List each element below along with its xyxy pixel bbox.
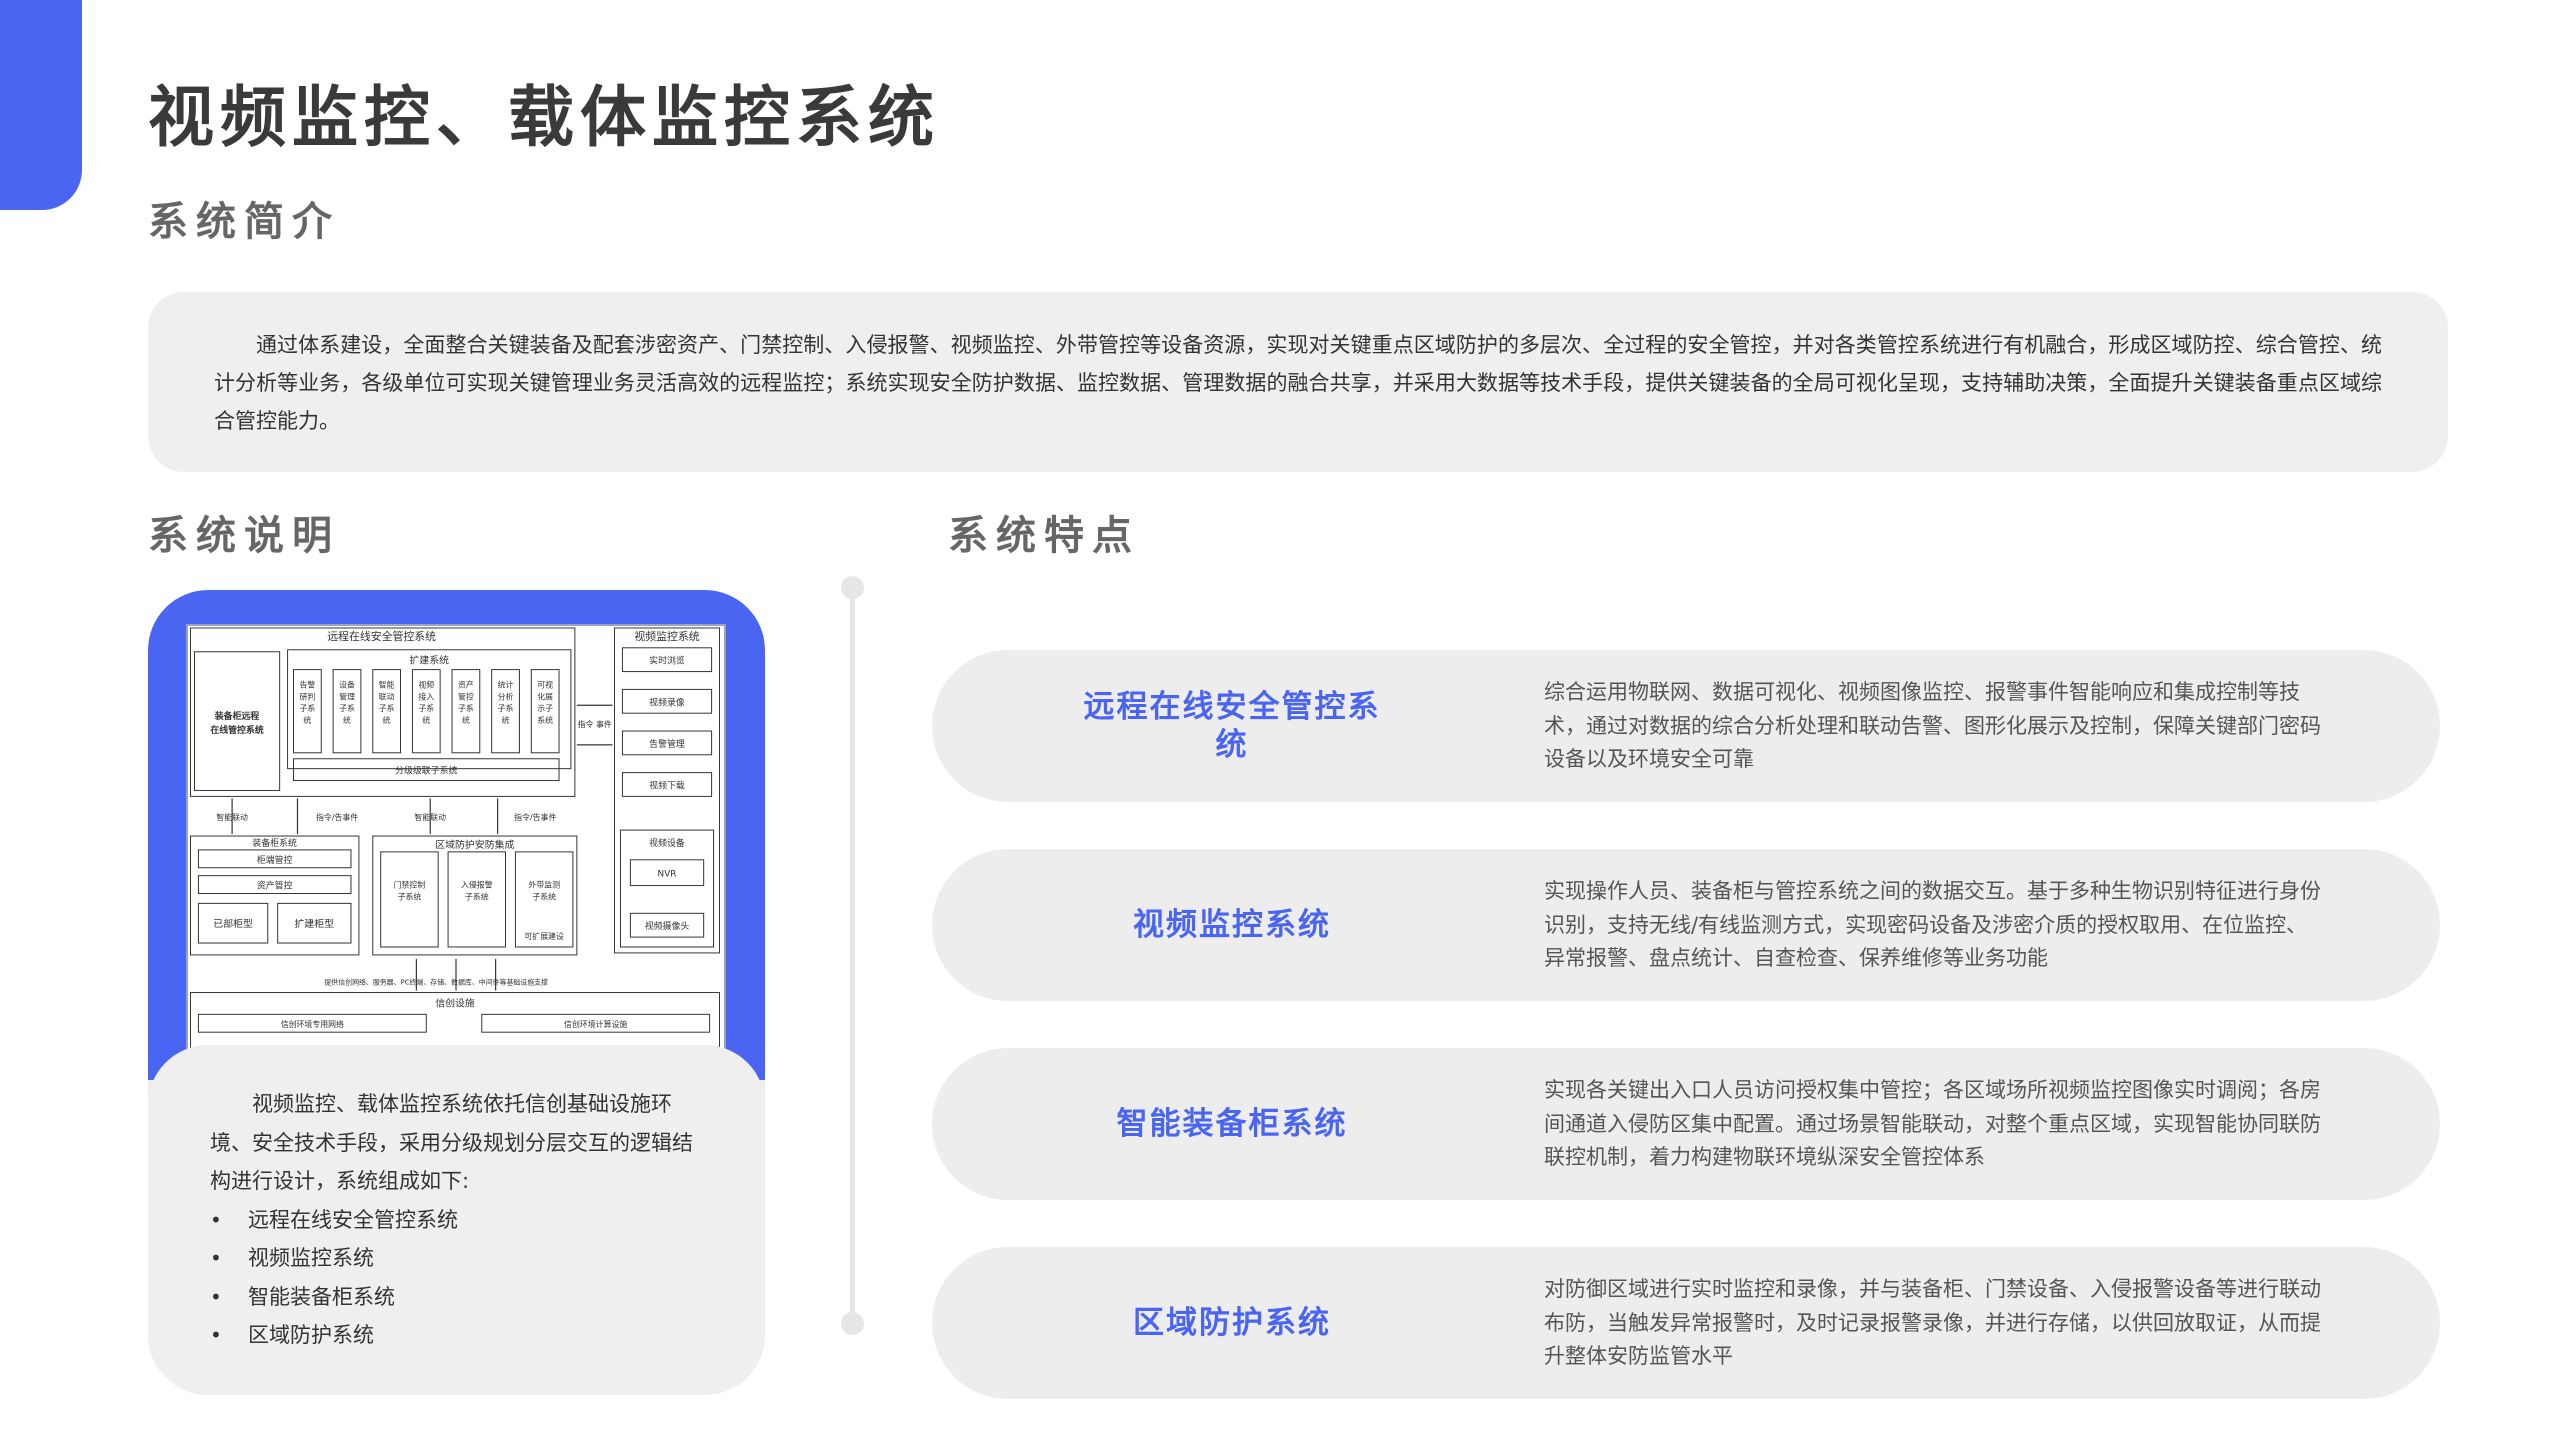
diagram-area-title: 区域防护安防集成 [435, 838, 514, 851]
description-card: 远程在线安全管控系统 装备柜远程 在线管控系统 扩建系统 分级级联子系统 视频监… [148, 590, 765, 1395]
diagram-subsystem: 分析 [498, 691, 514, 701]
diagram-subsystem: 子系 [299, 703, 315, 713]
feature-card: 视频监控系统 实现操作人员、装备柜与管控系统之间的数据交互。基于多种生物识别特征… [932, 849, 2440, 1001]
timeline-line [850, 588, 855, 1323]
section-heading-features: 系统特点 [948, 513, 1140, 559]
page-title: 视频监控、载体监控系统 [148, 79, 940, 156]
diagram-cabinet-item: 柜端管控 [257, 854, 293, 866]
diagram-subsystem: 化展 [537, 691, 553, 701]
diagram-subsystem: 资产 [458, 679, 474, 689]
feature-card: 区域防护系统 对防御区域进行实时监控和录像，并与装备柜、门禁设备、入侵报警设备等… [932, 1247, 2440, 1399]
timeline-dot-top [841, 576, 864, 599]
diagram-subsystem: 系统 [537, 715, 553, 725]
diagram-command-event-2: 指令/告事件 [514, 812, 556, 822]
diagram-subsystem: 智能 [379, 679, 395, 689]
diagram-subsystem: 统 [383, 715, 391, 725]
description-text: 视频监控、载体监控系统依托信创基础设施环境、安全技术手段，采用分级规划分层交互的… [210, 1092, 693, 1193]
diagram-subsystem: 设备 [339, 679, 355, 689]
diagram-video-devices: 视频设备 [649, 837, 685, 849]
diagram-subsystem: 统 [502, 715, 510, 725]
diagram-infra-item: 信创环境计算设施 [564, 1019, 627, 1029]
section-heading-intro: 系统简介 [148, 199, 340, 245]
timeline-dot-bottom [841, 1312, 864, 1335]
diagram-subsystem: 子系 [418, 703, 434, 713]
feature-description: 综合运用物联网、数据可视化、视频图像监控、报警事件智能响应和集成控制等技术，通过… [1544, 680, 2321, 771]
diagram-subsystem: 可视 [537, 679, 553, 689]
diagram-subsystem: 子系 [498, 703, 514, 713]
diagram-subsystem: 研判 [299, 691, 315, 701]
diagram-subsystem: 统 [303, 715, 311, 725]
diagram-smart-linkage: 智能联动 [414, 812, 446, 822]
feature-description: 实现各关键出入口人员访问授权集中管控；各区域场所视频监控图像实时调阅；各房间通道… [1544, 1078, 2321, 1169]
component-item: 智能装备柜系统 [210, 1278, 701, 1317]
component-list: 远程在线安全管控系统 视频监控系统 智能装备柜系统 区域防护系统 [210, 1201, 701, 1355]
diagram-nvr: NVR [658, 870, 677, 880]
diagram-video-item: 视频录像 [649, 696, 685, 708]
diagram-area-item: 子系统 [465, 891, 489, 901]
feature-name: 智能装备柜系统 [1116, 1106, 1348, 1142]
diagram-subsystem: 告警 [299, 679, 315, 689]
feature-name: 远程在线安全管控系统 [1083, 689, 1381, 763]
diagram-panel: 远程在线安全管控系统 装备柜远程 在线管控系统 扩建系统 分级级联子系统 视频监… [148, 590, 765, 1080]
architecture-diagram-svg: 远程在线安全管控系统 装备柜远程 在线管控系统 扩建系统 分级级联子系统 视频监… [189, 627, 721, 1049]
diagram-area-item: 子系统 [532, 891, 556, 901]
feature-card: 智能装备柜系统 实现各关键出入口人员访问授权集中管控；各区域场所视频监控图像实时… [932, 1048, 2440, 1200]
corner-accent [0, 0, 82, 210]
diagram-cabinet-title: 装备柜系统 [252, 837, 297, 849]
diagram-video-item: 视频下载 [649, 779, 685, 791]
feature-name: 视频监控系统 [1133, 907, 1331, 943]
diagram-expandable: 可扩展建设 [524, 931, 564, 941]
section-heading-description: 系统说明 [148, 513, 340, 559]
diagram-cabinet-item: 资产管控 [257, 880, 293, 892]
intro-box: 通过体系建设，全面整合关键装备及配套涉密资产、门禁控制、入侵报警、视频监控、外带… [148, 292, 2448, 472]
diagram-cabinet-type: 扩建柜型 [295, 917, 335, 930]
diagram-command-event-2: 指令/告事件 [316, 812, 358, 822]
diagram-cabinet-remote-2: 在线管控系统 [210, 724, 264, 736]
diagram-video-item: 实时浏览 [649, 655, 685, 667]
diagram-subsystem: 视频 [418, 679, 434, 689]
diagram-extension: 扩建系统 [409, 654, 449, 667]
intro-text: 通过体系建设，全面整合关键装备及配套涉密资产、门禁控制、入侵报警、视频监控、外带… [214, 333, 2382, 433]
diagram-subsystem: 管理 [339, 691, 355, 701]
diagram-infra-note: 提供信创网络、服务器、PC终端、存储、数据库、中间件等基础设施支撑 [324, 978, 548, 987]
diagram-subsystem: 统 [422, 715, 430, 725]
diagram-remote-title: 远程在线安全管控系统 [327, 629, 436, 643]
diagram-graded-linkage: 分级级联子系统 [395, 765, 457, 777]
diagram-subsystem: 示子 [537, 704, 553, 713]
diagram-video-item: 告警管理 [649, 738, 685, 750]
component-item: 远程在线安全管控系统 [210, 1201, 701, 1240]
diagram-area-item: 外带监测 [528, 880, 560, 890]
diagram-subsystem: 子系 [339, 703, 355, 713]
diagram-subsystem: 统 [343, 715, 351, 725]
component-item: 视频监控系统 [210, 1239, 701, 1278]
component-item: 区域防护系统 [210, 1316, 701, 1355]
diagram-command-event: 指令 事件 [578, 719, 612, 729]
diagram-area-item: 子系统 [398, 891, 422, 901]
diagram-subsystem: 管控 [458, 691, 474, 701]
diagram-video-title: 视频监控系统 [634, 629, 699, 643]
diagram-cabinet-type: 已部柜型 [213, 917, 253, 930]
diagram-area-item: 门禁控制 [394, 880, 426, 890]
diagram-infra-title: 信创设施 [435, 996, 475, 1009]
feature-description: 对防御区域进行实时监控和录像，并与装备柜、门禁设备、入侵报警设备等进行联动布防，… [1544, 1277, 2321, 1368]
diagram-smart-linkage: 智能联动 [216, 812, 248, 822]
diagram-subsystem: 统 [462, 715, 470, 725]
description-text-panel: 视频监控、载体监控系统依托信创基础设施环境、安全技术手段，采用分级规划分层交互的… [148, 1045, 765, 1395]
diagram-subsystem: 联动 [379, 691, 395, 701]
diagram-infra-item: 信创环境专用网络 [281, 1019, 344, 1029]
diagram-subsystem: 统计 [498, 679, 514, 689]
architecture-diagram: 远程在线安全管控系统 装备柜远程 在线管控系统 扩建系统 分级级联子系统 视频监… [186, 624, 726, 1054]
feature-card: 远程在线安全管控系统 综合运用物联网、数据可视化、视频图像监控、报警事件智能响应… [932, 650, 2440, 802]
diagram-cabinet-remote: 装备柜远程 [214, 710, 260, 722]
diagram-subsystem: 子系 [379, 703, 395, 713]
feature-description: 实现操作人员、装备柜与管控系统之间的数据交互。基于多种生物识别特征进行身份识别，… [1544, 879, 2321, 970]
diagram-subsystem: 子系 [458, 703, 474, 713]
diagram-camera: 视频摄像头 [645, 920, 690, 932]
feature-name: 区域防护系统 [1133, 1305, 1331, 1341]
diagram-area-item: 入侵报警 [461, 880, 493, 890]
diagram-subsystem: 接入 [418, 691, 434, 701]
